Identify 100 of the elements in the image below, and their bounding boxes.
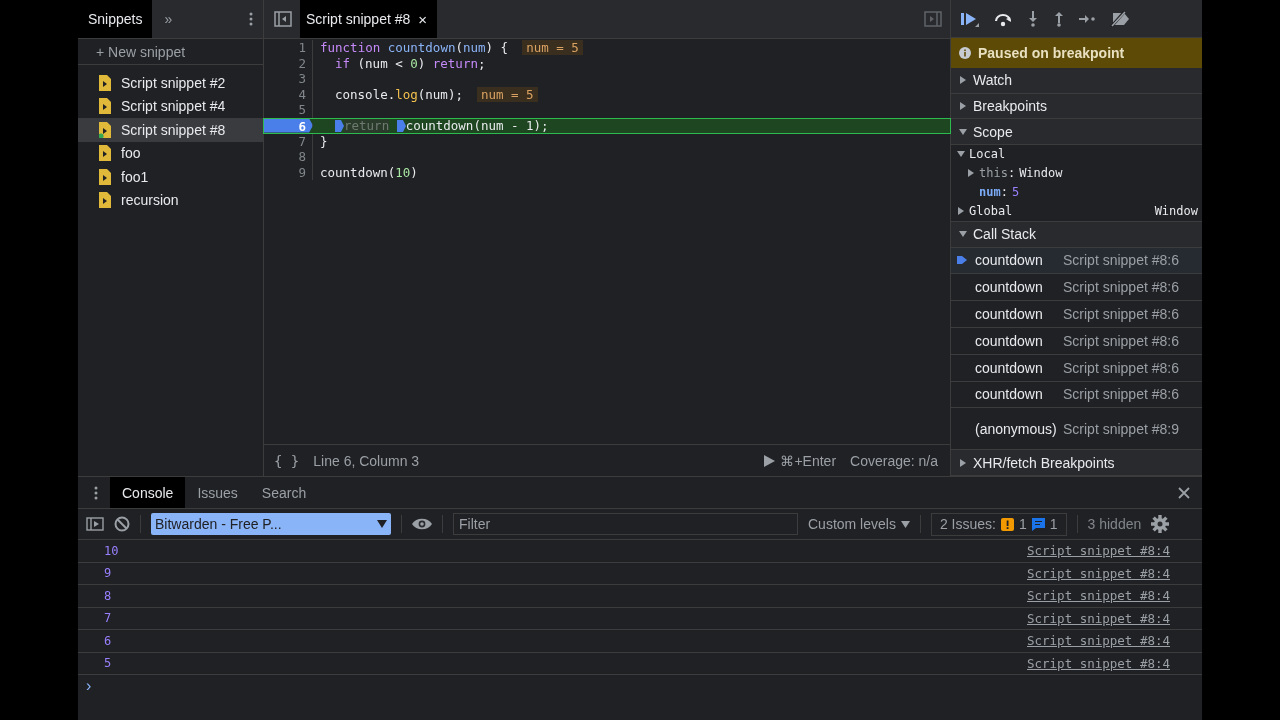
section-header[interactable]: XHR/fetch Breakpoints [951, 450, 1202, 476]
expanded-triangle-icon[interactable] [957, 150, 965, 159]
snippets-tab[interactable]: Snippets [78, 0, 153, 38]
issues-label: 2 Issues: [939, 516, 996, 532]
deactivate-breakpoints-icon[interactable] [1109, 10, 1131, 27]
call-frame[interactable]: countdown Script snippet #8:6 [951, 301, 1202, 328]
snippet-item[interactable]: foo [78, 141, 263, 165]
section-header[interactable]: Breakpoints [951, 93, 1202, 120]
filter-field[interactable]: Filter [453, 513, 798, 535]
scope-property-row[interactable]: this: Window [951, 163, 1202, 183]
step-icon[interactable] [1079, 13, 1095, 24]
toggle-navigator-icon[interactable] [274, 11, 292, 27]
source-link[interactable]: Script snippet #8:4 [1027, 543, 1170, 559]
line-number: 5 [264, 102, 313, 118]
frame-location: Script snippet #8:6 [1063, 306, 1179, 323]
expanded-triangle-icon[interactable] [959, 127, 967, 136]
more-tools-icon[interactable] [94, 485, 98, 500]
close-icon[interactable] [1178, 486, 1190, 499]
snippet-item[interactable]: foo1 [78, 165, 263, 189]
sidebar-toggle-icon[interactable] [86, 517, 104, 531]
eye-icon[interactable] [412, 518, 432, 530]
line-number: 8 [264, 149, 313, 165]
inline-value: num = 5 [476, 86, 538, 102]
close-tab-button[interactable]: × [418, 10, 428, 28]
function-name: countdown [975, 386, 1044, 403]
breakpoint-marker[interactable]: 6 [264, 118, 313, 133]
source-link[interactable]: Script snippet #8:4 [1027, 610, 1170, 626]
snippet-file-icon [99, 145, 111, 162]
call-frame[interactable]: countdown Script snippet #8:6 [951, 381, 1202, 409]
snippet-item[interactable]: recursion [78, 188, 263, 212]
call-frame[interactable]: countdown Script snippet #8:6 [951, 274, 1202, 302]
info-icon [959, 47, 971, 60]
snippet-item[interactable]: Script snippet #4 [78, 94, 263, 118]
snippet-file-icon [99, 168, 111, 185]
call-frame[interactable]: countdown Script snippet #8:6 [951, 354, 1202, 382]
settings-icon[interactable] [1151, 515, 1170, 533]
frame-location: Script snippet #8:9 [1063, 420, 1179, 437]
expanded-triangle-icon[interactable] [959, 230, 967, 239]
warning-icon [1000, 517, 1014, 531]
section-title: Watch [973, 72, 1013, 89]
file-tab[interactable]: Script snippet #8 × [300, 0, 438, 38]
resume-icon[interactable] [961, 10, 979, 27]
log-value: 8 [104, 588, 112, 603]
toggle-debugger-icon[interactable] [924, 11, 942, 27]
more-options-icon[interactable] [249, 12, 253, 26]
issues-button[interactable]: 2 Issues: 1 1 [930, 512, 1067, 536]
snippet-file-icon [99, 74, 111, 91]
collapsed-triangle-icon[interactable] [959, 76, 967, 85]
snippet-item[interactable]: Script snippet #8 [78, 118, 263, 142]
source-link[interactable]: Script snippet #8:4 [1027, 633, 1170, 649]
log-value: 6 [104, 633, 112, 648]
collapsed-triangle-icon[interactable] [959, 458, 967, 467]
source-link[interactable]: Script snippet #8:4 [1027, 565, 1170, 581]
code-token: (num < [357, 55, 403, 71]
drawer-tab[interactable]: Issues [185, 477, 250, 508]
new-snippet-button[interactable]: + New snippet [78, 39, 263, 65]
scope-value: Window [1154, 204, 1198, 219]
line-number: 2 [264, 55, 313, 71]
call-frame[interactable]: countdown Script snippet #8:6 [951, 327, 1202, 355]
line-number: 4 [264, 86, 313, 102]
frame-location: Script snippet #8:6 [1063, 386, 1179, 403]
log-value: 10 [104, 543, 119, 558]
drawer-tab[interactable]: Search [249, 477, 319, 508]
line-number: 1 [264, 40, 313, 56]
clear-console-icon[interactable] [114, 516, 130, 532]
snippet-file-icon [99, 192, 111, 209]
snippet-item[interactable]: Script snippet #2 [78, 71, 263, 95]
section-header[interactable]: Call Stack [951, 221, 1202, 248]
line-number: 7 [264, 133, 313, 149]
section-title: Breakpoints [973, 97, 1047, 114]
more-tabs-button[interactable]: » [152, 11, 249, 27]
snippet-name: Script snippet #2 [121, 74, 226, 91]
pretty-print-button[interactable]: { } [274, 452, 300, 469]
frame-location: Script snippet #8:6 [1063, 332, 1179, 349]
section-title: Scope [973, 123, 1013, 140]
call-frame[interactable]: (anonymous) Script snippet #8:9 [951, 408, 1202, 450]
code-token: countdown(num - 1); [405, 118, 549, 133]
call-frame[interactable]: countdown Script snippet #8:6 [951, 247, 1202, 275]
step-into-icon[interactable] [1027, 10, 1039, 27]
continue-marker-icon[interactable] [396, 119, 406, 132]
snippet-file-icon [99, 98, 111, 115]
code-token: function [320, 40, 381, 56]
banner-text: Paused on breakpoint [978, 45, 1125, 62]
step-out-icon[interactable] [1053, 10, 1065, 27]
scope-name: Local [969, 147, 1006, 162]
run-button[interactable]: ⌘+Enter [764, 452, 837, 469]
scope-property-row[interactable]: num: 5 [951, 182, 1202, 202]
section-header[interactable]: Watch [951, 68, 1202, 94]
collapsed-triangle-icon[interactable] [957, 207, 965, 216]
console-prompt[interactable]: › [86, 677, 92, 695]
current-frame-arrow-icon [957, 255, 967, 266]
collapsed-triangle-icon[interactable] [967, 169, 975, 178]
function-name: countdown [975, 306, 1044, 323]
section-header[interactable]: Scope [951, 119, 1202, 145]
scope-name: Global [969, 204, 1013, 219]
collapsed-triangle-icon[interactable] [959, 101, 967, 110]
context-dropdown[interactable]: Bitwarden - Free P... [151, 513, 391, 535]
source-link[interactable]: Script snippet #8:4 [1027, 655, 1170, 671]
source-link[interactable]: Script snippet #8:4 [1027, 588, 1170, 604]
drawer-tab[interactable]: Console [110, 477, 186, 508]
